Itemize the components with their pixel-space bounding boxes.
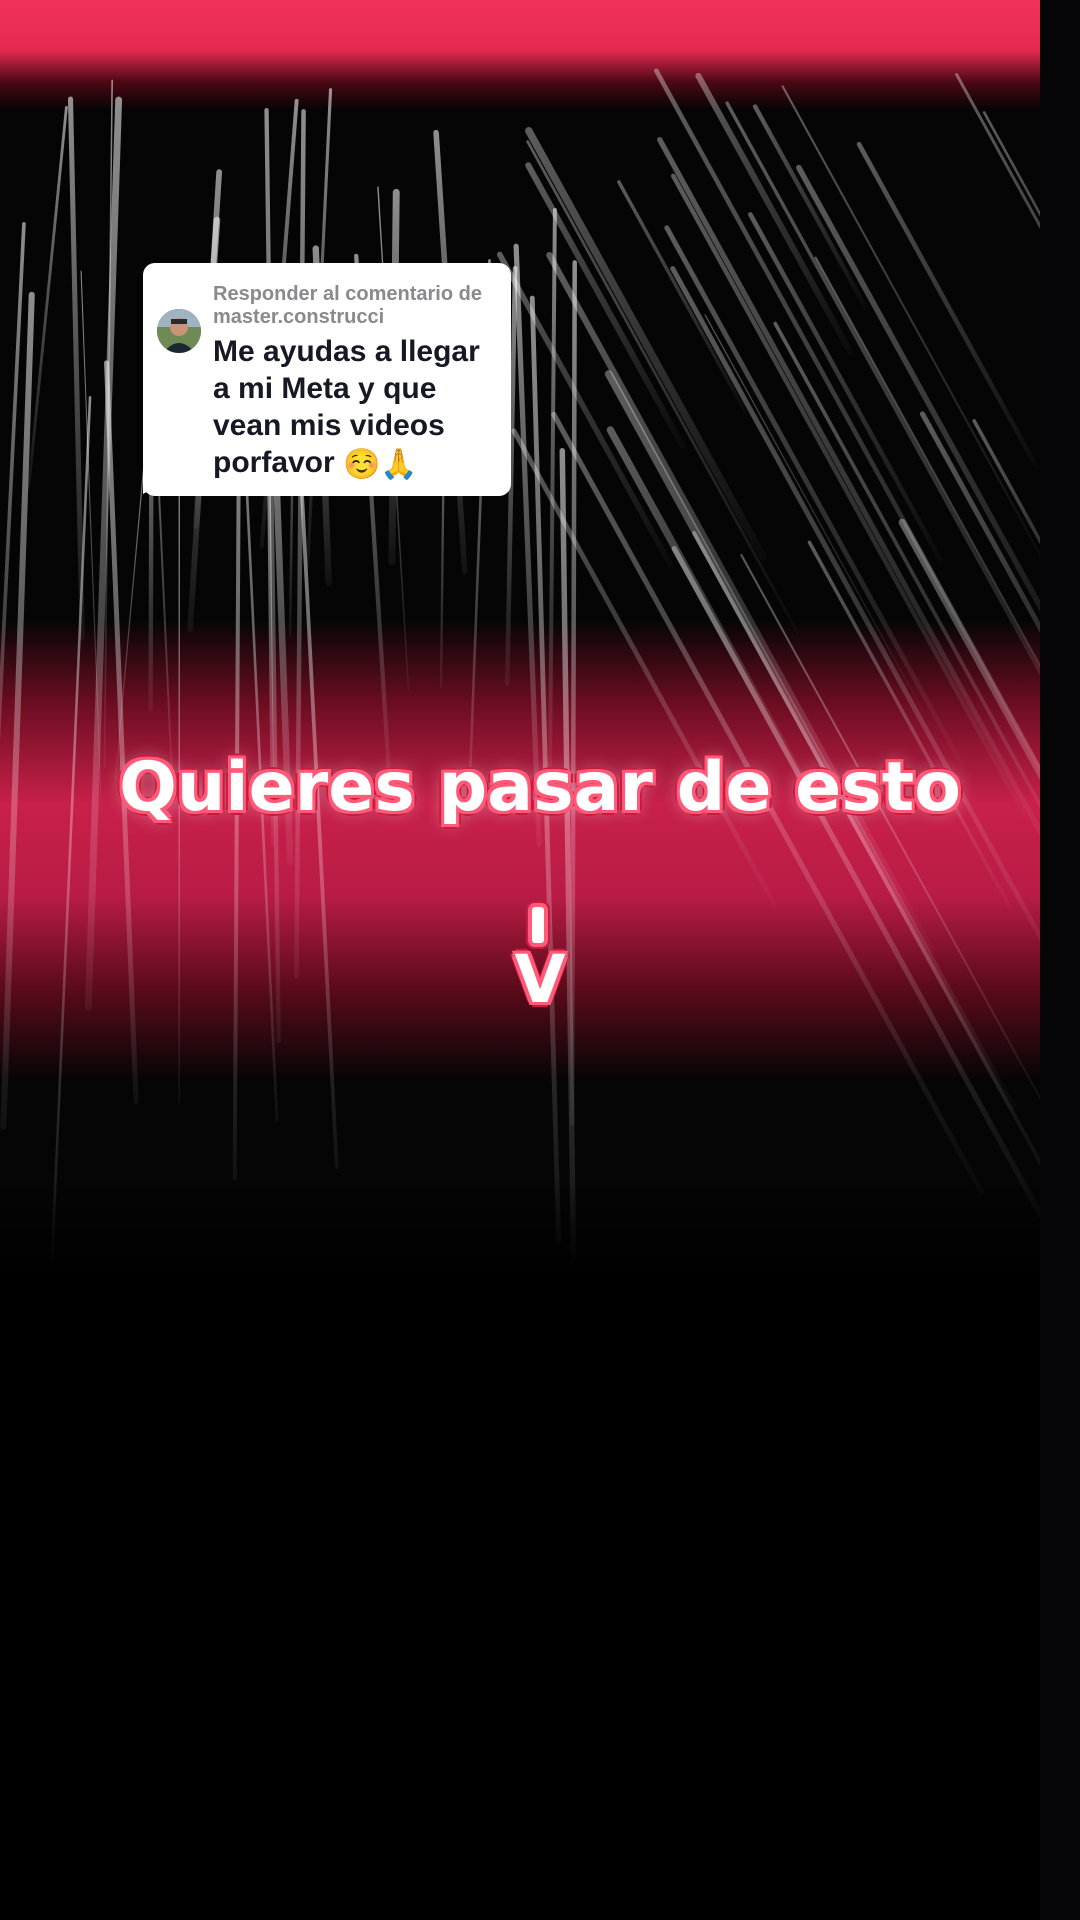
speed-streaks-background [0, 68, 1040, 1263]
bottom-fade [0, 1180, 1040, 1275]
reply-comment-sticker[interactable]: Responder al comentario de master.constr… [143, 263, 511, 496]
speed-streak [695, 72, 854, 356]
user-avatar[interactable] [157, 309, 201, 353]
speed-streak [50, 395, 92, 1262]
video-frame [0, 0, 1040, 1275]
overlay-caption: Quieres pasar de esto [119, 748, 961, 827]
speed-streak [664, 225, 963, 765]
speed-streak [104, 360, 139, 1104]
reply-header: Responder al comentario de master.constr… [213, 283, 503, 329]
right-edge-strip [1040, 0, 1080, 1920]
smile-pray-emoji: ☺️🙏 [343, 447, 418, 481]
speed-streak [548, 207, 557, 769]
reply-username[interactable]: master.construcci [213, 306, 503, 329]
speed-streak [67, 96, 85, 641]
down-arrow-icon: V [500, 905, 580, 1015]
speed-streak [692, 531, 1040, 1166]
arrow-stem [532, 907, 544, 943]
reply-comment-text: Me ayudas a llegar a mi Meta y que vean … [213, 333, 503, 483]
speed-streak [671, 546, 1040, 1220]
speed-streak [617, 180, 748, 415]
reply-label: Responder al comentario de [213, 283, 482, 305]
speed-streak [814, 256, 1040, 669]
bubble-tail [143, 480, 167, 494]
arrow-head: V [514, 941, 566, 1018]
avatar-photo-icon [157, 309, 201, 353]
speed-streak [0, 291, 35, 1130]
speed-streak [856, 141, 1038, 467]
video-player[interactable]: Responder al comentario de master.constr… [0, 0, 1080, 1920]
speed-streak [294, 109, 306, 979]
